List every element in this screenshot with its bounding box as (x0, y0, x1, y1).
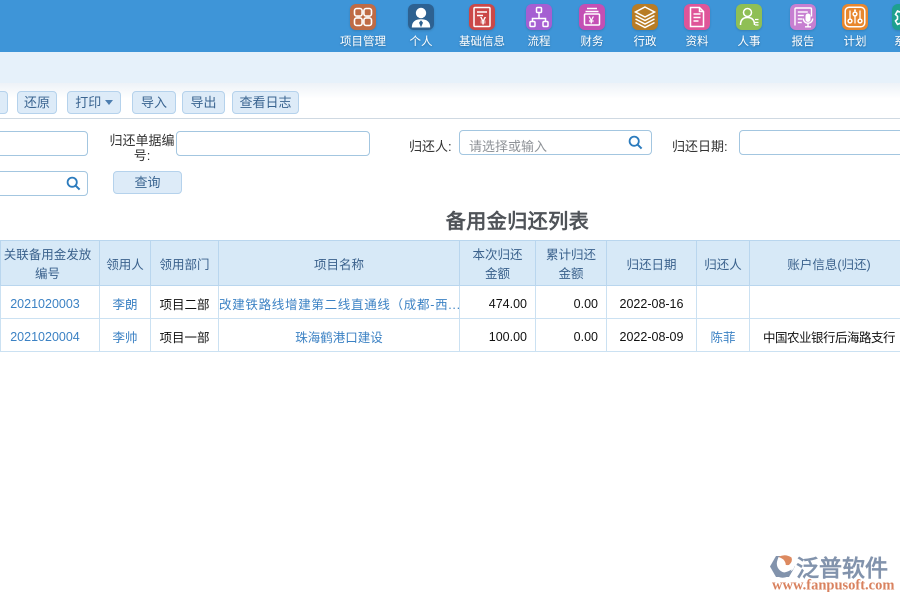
svg-text:¥: ¥ (480, 16, 487, 28)
svg-text:www.fanpusoft.com: www.fanpusoft.com (772, 578, 894, 593)
svg-text:¥: ¥ (589, 16, 595, 27)
